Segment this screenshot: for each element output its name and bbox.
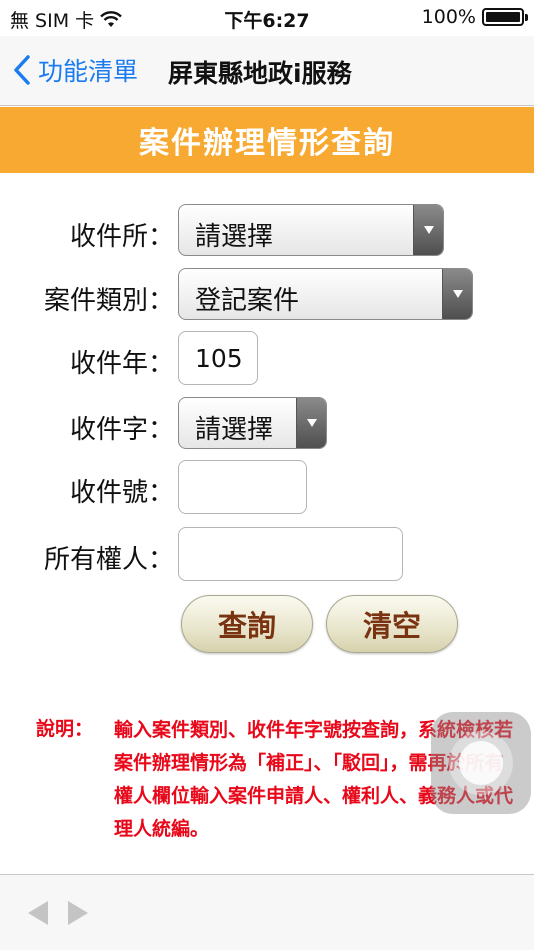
navigation-bar: 功能清單 屏東縣地政i服務 bbox=[0, 36, 534, 106]
number-label: 收件號： bbox=[69, 478, 174, 508]
assistive-touch-ring bbox=[449, 731, 513, 795]
chevron-down-icon bbox=[296, 398, 326, 448]
number-input[interactable] bbox=[178, 460, 307, 514]
assistive-touch-dot bbox=[459, 741, 503, 785]
nav-title: 屏東縣地政i服務 bbox=[168, 59, 352, 88]
triangle-right-icon[interactable] bbox=[66, 899, 90, 927]
owner-row: 所有權人： bbox=[0, 527, 534, 581]
back-button-label: 功能清單 bbox=[38, 57, 139, 86]
status-right: 100% bbox=[421, 6, 528, 28]
back-button[interactable]: 功能清單 bbox=[12, 52, 138, 88]
word-select[interactable]: 請選擇 bbox=[178, 397, 327, 449]
year-label: 收件年： bbox=[69, 349, 174, 379]
category-select-value: 登記案件 bbox=[195, 286, 300, 316]
chevron-down-icon bbox=[413, 205, 443, 255]
chevron-left-icon bbox=[14, 55, 30, 85]
word-row: 收件字： 請選擇 bbox=[0, 397, 534, 451]
battery-icon bbox=[482, 8, 528, 26]
category-label: 案件類別： bbox=[43, 286, 174, 316]
office-row: 收件所： 請選擇 bbox=[0, 204, 534, 258]
office-select-value: 請選擇 bbox=[195, 222, 274, 252]
clear-button[interactable]: 清空 bbox=[326, 595, 458, 653]
page-title: 案件辦理情形查詢 bbox=[139, 126, 395, 161]
office-select[interactable]: 請選擇 bbox=[178, 204, 444, 256]
query-button-label: 查詢 bbox=[217, 609, 276, 643]
battery-percent: 100% bbox=[421, 6, 476, 28]
chevron-down-icon bbox=[442, 269, 472, 319]
clear-button-label: 清空 bbox=[362, 609, 421, 643]
word-label: 收件字： bbox=[69, 415, 174, 445]
triangle-left-icon[interactable] bbox=[26, 899, 50, 927]
assistive-touch-icon[interactable] bbox=[431, 712, 531, 814]
page-header: 案件辦理情形查詢 bbox=[0, 107, 534, 173]
year-input[interactable] bbox=[178, 331, 258, 385]
year-row: 收件年： bbox=[0, 331, 534, 385]
bottom-toolbar bbox=[0, 874, 534, 950]
note-label: 說明： bbox=[36, 718, 94, 740]
category-row: 案件類別： 登記案件 bbox=[0, 268, 534, 322]
number-row: 收件號： bbox=[0, 460, 534, 514]
word-select-value: 請選擇 bbox=[195, 415, 274, 445]
owner-label: 所有權人： bbox=[43, 545, 174, 575]
query-button[interactable]: 查詢 bbox=[181, 595, 313, 653]
owner-input[interactable] bbox=[178, 527, 403, 581]
status-bar: 無 SIM 卡 下午6:27 100% bbox=[0, 0, 534, 36]
category-select[interactable]: 登記案件 bbox=[178, 268, 473, 320]
office-label: 收件所： bbox=[69, 222, 174, 252]
